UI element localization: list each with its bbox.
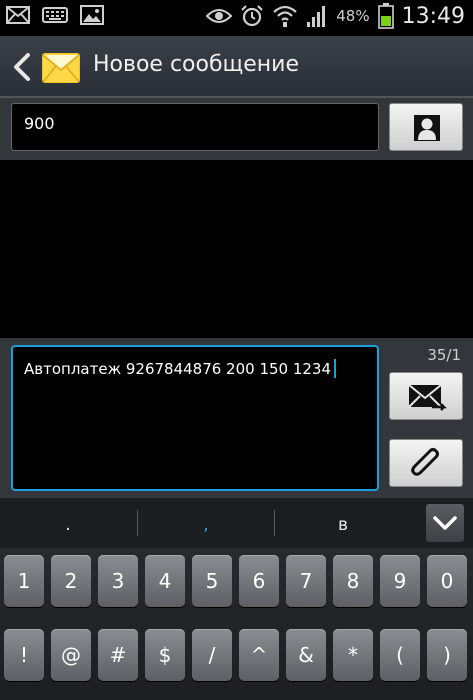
contact-icon	[414, 115, 440, 141]
key[interactable]: 1	[4, 555, 44, 607]
page-title: Новое сообщение	[93, 52, 300, 77]
keyboard: . , в 1 2 3 4 5 6 7 8 9 0 ! @ # $ / ^ & …	[0, 498, 473, 700]
wifi-icon	[273, 5, 297, 27]
battery-icon	[377, 3, 394, 29]
key[interactable]: 6	[239, 555, 279, 607]
key[interactable]: 9	[380, 555, 420, 607]
suggestion-item[interactable]: .	[0, 498, 136, 548]
key[interactable]: 0	[427, 555, 467, 607]
key[interactable]: 7	[286, 555, 326, 607]
key[interactable]: ^	[239, 629, 279, 681]
conversation-area	[0, 160, 473, 338]
chevron-down-icon	[433, 516, 457, 530]
back-icon[interactable]	[10, 52, 34, 82]
action-bar: Новое сообщение	[0, 36, 473, 98]
recipient-input[interactable]: 900	[11, 103, 379, 151]
key[interactable]: (	[380, 629, 420, 681]
message-text: Автоплатеж 9267844876 200 150 1234	[24, 359, 337, 378]
paperclip-icon	[411, 448, 439, 476]
message-input[interactable]: Автоплатеж 9267844876 200 150 1234	[11, 345, 379, 491]
send-message-icon	[408, 384, 447, 411]
key[interactable]: #	[98, 629, 138, 681]
suggestion-bar: . , в	[0, 498, 473, 548]
eye-icon	[206, 9, 233, 23]
key[interactable]: @	[51, 629, 91, 681]
key[interactable]: *	[333, 629, 373, 681]
keyboard-icon	[42, 7, 68, 23]
status-bar: 48% 13:49	[0, 0, 473, 36]
collapse-keyboard-button[interactable]	[426, 504, 464, 542]
suggestion-item[interactable]: в	[275, 498, 411, 548]
image-icon	[80, 5, 104, 25]
key[interactable]: 8	[333, 555, 373, 607]
compose-bar: Автоплатеж 9267844876 200 150 1234 35/1	[0, 338, 473, 498]
key[interactable]: )	[427, 629, 467, 681]
key[interactable]: $	[145, 629, 185, 681]
key[interactable]: !	[4, 629, 44, 681]
clock: 13:49	[401, 3, 465, 29]
suggestion-item[interactable]: ,	[138, 498, 274, 548]
text-cursor	[334, 359, 337, 378]
key[interactable]: 4	[145, 555, 185, 607]
character-counter: 35/1	[427, 346, 461, 364]
mail-icon	[6, 6, 30, 24]
contacts-button[interactable]	[389, 103, 463, 151]
attach-button[interactable]	[389, 439, 463, 487]
signal-icon	[307, 6, 326, 27]
key[interactable]: &	[286, 629, 326, 681]
key[interactable]: 2	[51, 555, 91, 607]
key[interactable]: 5	[192, 555, 232, 607]
key[interactable]: 3	[98, 555, 138, 607]
recipient-bar: 900	[0, 98, 473, 160]
alarm-icon	[241, 5, 264, 27]
messages-app-icon	[42, 53, 80, 83]
battery-percent: 48%	[336, 7, 370, 25]
send-button[interactable]	[389, 372, 463, 420]
key[interactable]: /	[192, 629, 232, 681]
